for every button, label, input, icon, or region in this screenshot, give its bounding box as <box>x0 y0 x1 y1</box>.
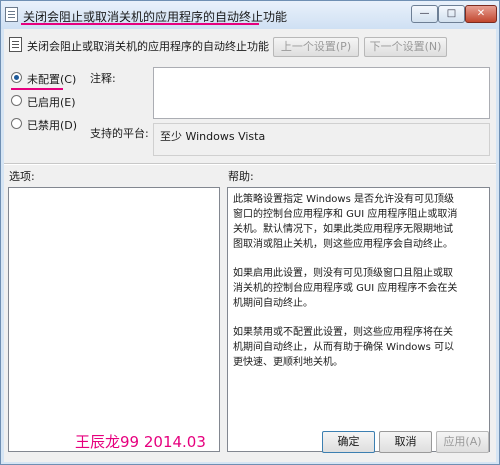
help-label: 帮助: <box>228 170 254 183</box>
apply-button[interactable]: 应用(A) <box>436 431 489 453</box>
title-bar[interactable]: 关闭会阻止或取消关机的应用程序的自动终止功能 — □ ✕ <box>1 1 499 29</box>
radio-label-enabled: 已启用(E) <box>27 96 76 109</box>
supported-platform-value: 至少 Windows Vista <box>160 130 266 143</box>
options-panel[interactable] <box>8 187 220 452</box>
radio-button[interactable] <box>11 95 22 106</box>
maximize-button[interactable]: □ <box>438 5 465 23</box>
platform-label: 支持的平台: <box>90 127 149 140</box>
dialog-content: 关闭会阻止或取消关机的应用程序的自动终止功能 上一个设置(P) 下一个设置(N)… <box>4 29 496 462</box>
comment-label: 注释: <box>90 72 116 85</box>
help-paragraph: 此策略设置指定 Windows 是否允许没有可见顶级 窗口的控制台应用程序和 G… <box>233 194 458 250</box>
section-divider <box>4 163 496 164</box>
title-highlight-underline <box>21 23 259 25</box>
radio-highlight-underline <box>11 88 63 90</box>
cancel-button[interactable]: 取消 <box>379 431 432 453</box>
setting-name: 关闭会阻止或取消关机的应用程序的自动终止功能 <box>27 40 269 53</box>
radio-button-selected[interactable] <box>11 72 22 83</box>
setting-document-icon <box>9 37 22 52</box>
policy-dialog-window: 关闭会阻止或取消关机的应用程序的自动终止功能 — □ ✕ 关闭会阻止或取消关机的… <box>0 0 500 465</box>
help-paragraph: 如果禁用或不配置此设置，则这些应用程序将在关 机期间自动终止，从而有助于确保 W… <box>233 327 454 368</box>
radio-button[interactable] <box>11 118 22 129</box>
supported-platform-field: 至少 Windows Vista <box>153 123 490 156</box>
next-setting-button[interactable]: 下一个设置(N) <box>364 37 447 57</box>
comment-textarea[interactable] <box>153 67 490 119</box>
author-watermark: 王辰龙99 2014.03 <box>75 433 206 451</box>
policy-document-icon <box>5 7 18 22</box>
help-paragraph: 如果启用此设置，则没有可见顶级窗口且阻止或取 消关机的控制台应用程序或 GUI … <box>233 268 458 309</box>
radio-label-not-configured: 未配置(C) <box>27 73 77 86</box>
minimize-button[interactable]: — <box>411 5 438 23</box>
radio-label-disabled: 已禁用(D) <box>27 119 78 132</box>
help-panel[interactable]: 此策略设置指定 Windows 是否允许没有可见顶级 窗口的控制台应用程序和 G… <box>227 187 490 452</box>
close-button[interactable]: ✕ <box>465 5 497 23</box>
previous-setting-button[interactable]: 上一个设置(P) <box>273 37 359 57</box>
options-label: 选项: <box>9 170 35 183</box>
ok-button[interactable]: 确定 <box>322 431 375 453</box>
